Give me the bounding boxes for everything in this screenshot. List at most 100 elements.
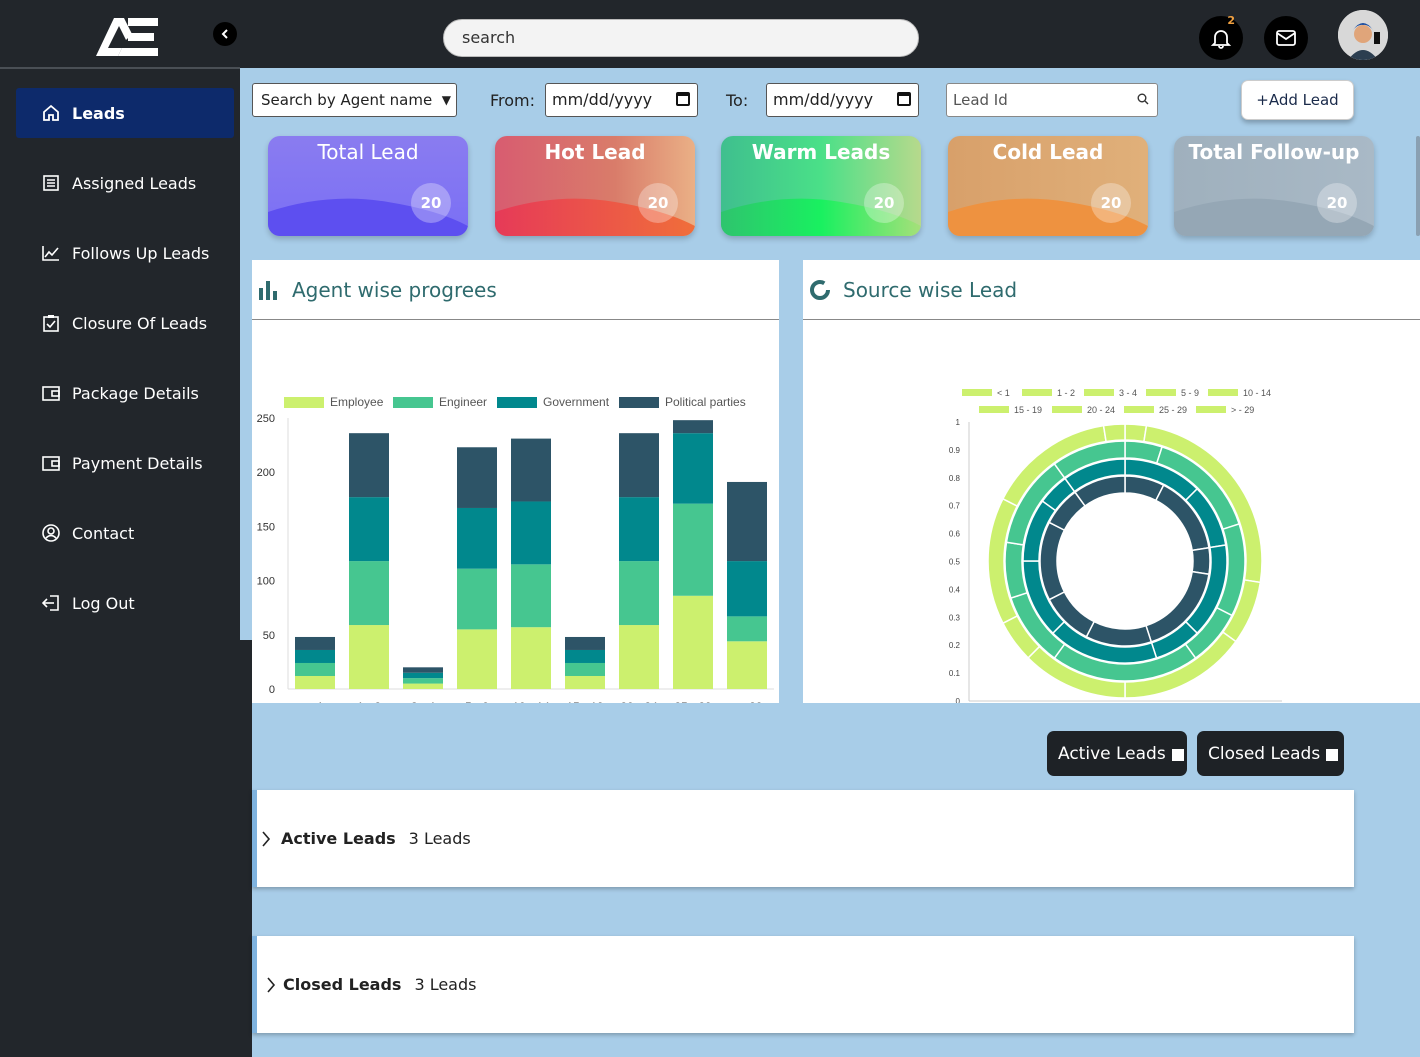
- notifications-button[interactable]: 2: [1199, 14, 1243, 60]
- sidebar-item-label: Contact: [72, 523, 135, 543]
- bar-segment: [295, 675, 335, 689]
- bar-segment: [673, 433, 713, 504]
- sidebar-divider: [0, 67, 240, 69]
- bar-segment: [511, 627, 551, 689]
- legend-label: Engineer: [439, 395, 487, 409]
- sidebar-item-closure-of-leads[interactable]: Closure Of Leads: [16, 298, 234, 348]
- calendar-icon[interactable]: [676, 92, 690, 106]
- agent-select-value: Search by Agent name: [261, 91, 433, 109]
- calendar-icon[interactable]: [897, 92, 911, 106]
- hot-lead-card[interactable]: Hot Lead 20: [495, 136, 695, 236]
- x-tick-label: > - 29: [731, 700, 762, 703]
- chevron-right-icon[interactable]: [261, 830, 275, 847]
- logout-button[interactable]: Log Out: [16, 578, 234, 628]
- sidebar-nav: Leads Assigned Leads Follows Up Leads Cl…: [16, 88, 234, 648]
- y-tick-label: 150: [257, 521, 275, 533]
- chevron-right-icon[interactable]: [266, 976, 280, 993]
- chevron-down-icon: ▼: [441, 93, 451, 107]
- legend-label: 10 - 14: [1243, 388, 1271, 398]
- lead-id-placeholder: Lead Id: [953, 91, 1008, 109]
- card-value: 20: [864, 183, 904, 223]
- closed-leads-toggle[interactable]: Closed Leads: [1197, 731, 1344, 776]
- y-tick-label: 0.5: [949, 558, 961, 567]
- sidebar-item-package-details[interactable]: Package Details: [16, 368, 234, 418]
- sidebar-item-label: Follows Up Leads: [72, 243, 210, 263]
- line-chart-icon: [42, 244, 60, 262]
- card-value: 20: [1091, 183, 1131, 223]
- closed-leads-toggle-label: Closed Leads: [1208, 743, 1321, 764]
- agent-bar-chart: Employee Engineer Government Political part…: [257, 395, 774, 714]
- y-tick-label: 0.4: [949, 585, 961, 594]
- from-date-placeholder: mm/dd/yyyy: [552, 90, 653, 109]
- active-leads-accordion[interactable]: Active Leads 3 Leads: [252, 790, 1354, 887]
- bar-segment: [619, 433, 659, 498]
- legend-swatch: [962, 389, 992, 396]
- bar-segment: [295, 649, 335, 663]
- y-tick-label: 0.2: [949, 641, 961, 650]
- warm-leads-card[interactable]: Warm Leads 20: [721, 136, 921, 236]
- card-value: 20: [1317, 183, 1357, 223]
- sidebar-item-assigned-leads[interactable]: Assigned Leads: [16, 158, 234, 208]
- search-icon: [1137, 93, 1149, 105]
- cold-lead-card[interactable]: Cold Lead 20: [948, 136, 1148, 236]
- agent-chart-title: Agent wise progrees: [292, 277, 497, 302]
- bar-segment: [457, 568, 497, 630]
- to-date-input[interactable]: mm/dd/yyyy: [766, 83, 919, 117]
- bell-icon: [1210, 30, 1232, 49]
- cards-scrollbar[interactable]: [1416, 136, 1420, 236]
- wallet-icon: [42, 454, 60, 472]
- logo: [96, 18, 158, 56]
- sidebar-item-contact[interactable]: Contact: [16, 508, 234, 558]
- y-tick-label: 100: [257, 576, 275, 588]
- agent-select[interactable]: Search by Agent name ▼: [252, 83, 457, 117]
- y-tick-label: 0.9: [949, 446, 961, 455]
- sidebar: Leads Assigned Leads Follows Up Leads Cl…: [0, 0, 240, 1057]
- messages-button[interactable]: [1264, 16, 1308, 60]
- sidebar-item-leads[interactable]: Leads: [16, 88, 234, 138]
- add-lead-button[interactable]: +Add Lead: [1241, 80, 1354, 120]
- bar-chart-icon: [258, 280, 280, 300]
- x-tick-label: 20 - 24: [620, 700, 658, 703]
- accordion-title: Active Leads: [281, 829, 396, 848]
- bar-segment: [511, 564, 551, 628]
- closed-leads-checkbox[interactable]: [1326, 748, 1339, 761]
- legend-label: > - 29: [1231, 405, 1254, 415]
- user-circle-icon: [42, 524, 60, 542]
- sidebar-item-label: Assigned Leads: [72, 173, 197, 193]
- y-tick-label: 0.7: [949, 502, 961, 511]
- card-title: Total Lead: [317, 140, 419, 164]
- sidebar-item-follow-up-leads[interactable]: Follows Up Leads: [16, 228, 234, 278]
- source-chart-header: Source wise Lead: [803, 260, 1420, 320]
- collapse-sidebar-button[interactable]: [213, 22, 237, 46]
- closed-leads-accordion[interactable]: Closed Leads 3 Leads: [252, 936, 1354, 1033]
- sidebar-item-payment-details[interactable]: Payment Details: [16, 438, 234, 488]
- accordion-count: 3 Leads: [414, 975, 477, 994]
- y-tick-label: 0: [956, 697, 961, 703]
- legend-swatch: [1052, 406, 1082, 413]
- bar-segment: [511, 501, 551, 565]
- total-lead-card[interactable]: Total Lead 20: [268, 136, 468, 236]
- bar-segment: [619, 625, 659, 689]
- sidebar-item-label: Payment Details: [72, 453, 203, 473]
- to-label: To:: [726, 91, 749, 110]
- avatar[interactable]: [1338, 10, 1388, 60]
- bar-segment: [403, 678, 443, 684]
- from-date-input[interactable]: mm/dd/yyyy: [545, 83, 698, 117]
- lead-id-input[interactable]: Lead Id: [946, 83, 1158, 117]
- sidebar-item-label: Leads: [72, 103, 125, 123]
- y-tick-label: 0.6: [949, 530, 961, 539]
- legend-label: Government: [543, 395, 610, 409]
- search-input[interactable]: search: [443, 19, 919, 57]
- logout-icon: [42, 594, 60, 612]
- x-tick-label: 3 - 4: [411, 700, 435, 703]
- sidebar-item-label: Package Details: [72, 383, 199, 403]
- y-tick-label: 1: [956, 418, 961, 427]
- bar-segment: [403, 683, 443, 689]
- y-tick-label: 0.1: [949, 669, 961, 678]
- bar-segment: [349, 625, 389, 689]
- active-leads-toggle-label: Active Leads: [1058, 743, 1166, 764]
- total-follow-up-card[interactable]: Total Follow-up 20: [1174, 136, 1374, 236]
- active-leads-checkbox[interactable]: [1171, 748, 1184, 761]
- active-leads-toggle[interactable]: Active Leads: [1047, 731, 1187, 776]
- legend-label: 1 - 2: [1057, 388, 1075, 398]
